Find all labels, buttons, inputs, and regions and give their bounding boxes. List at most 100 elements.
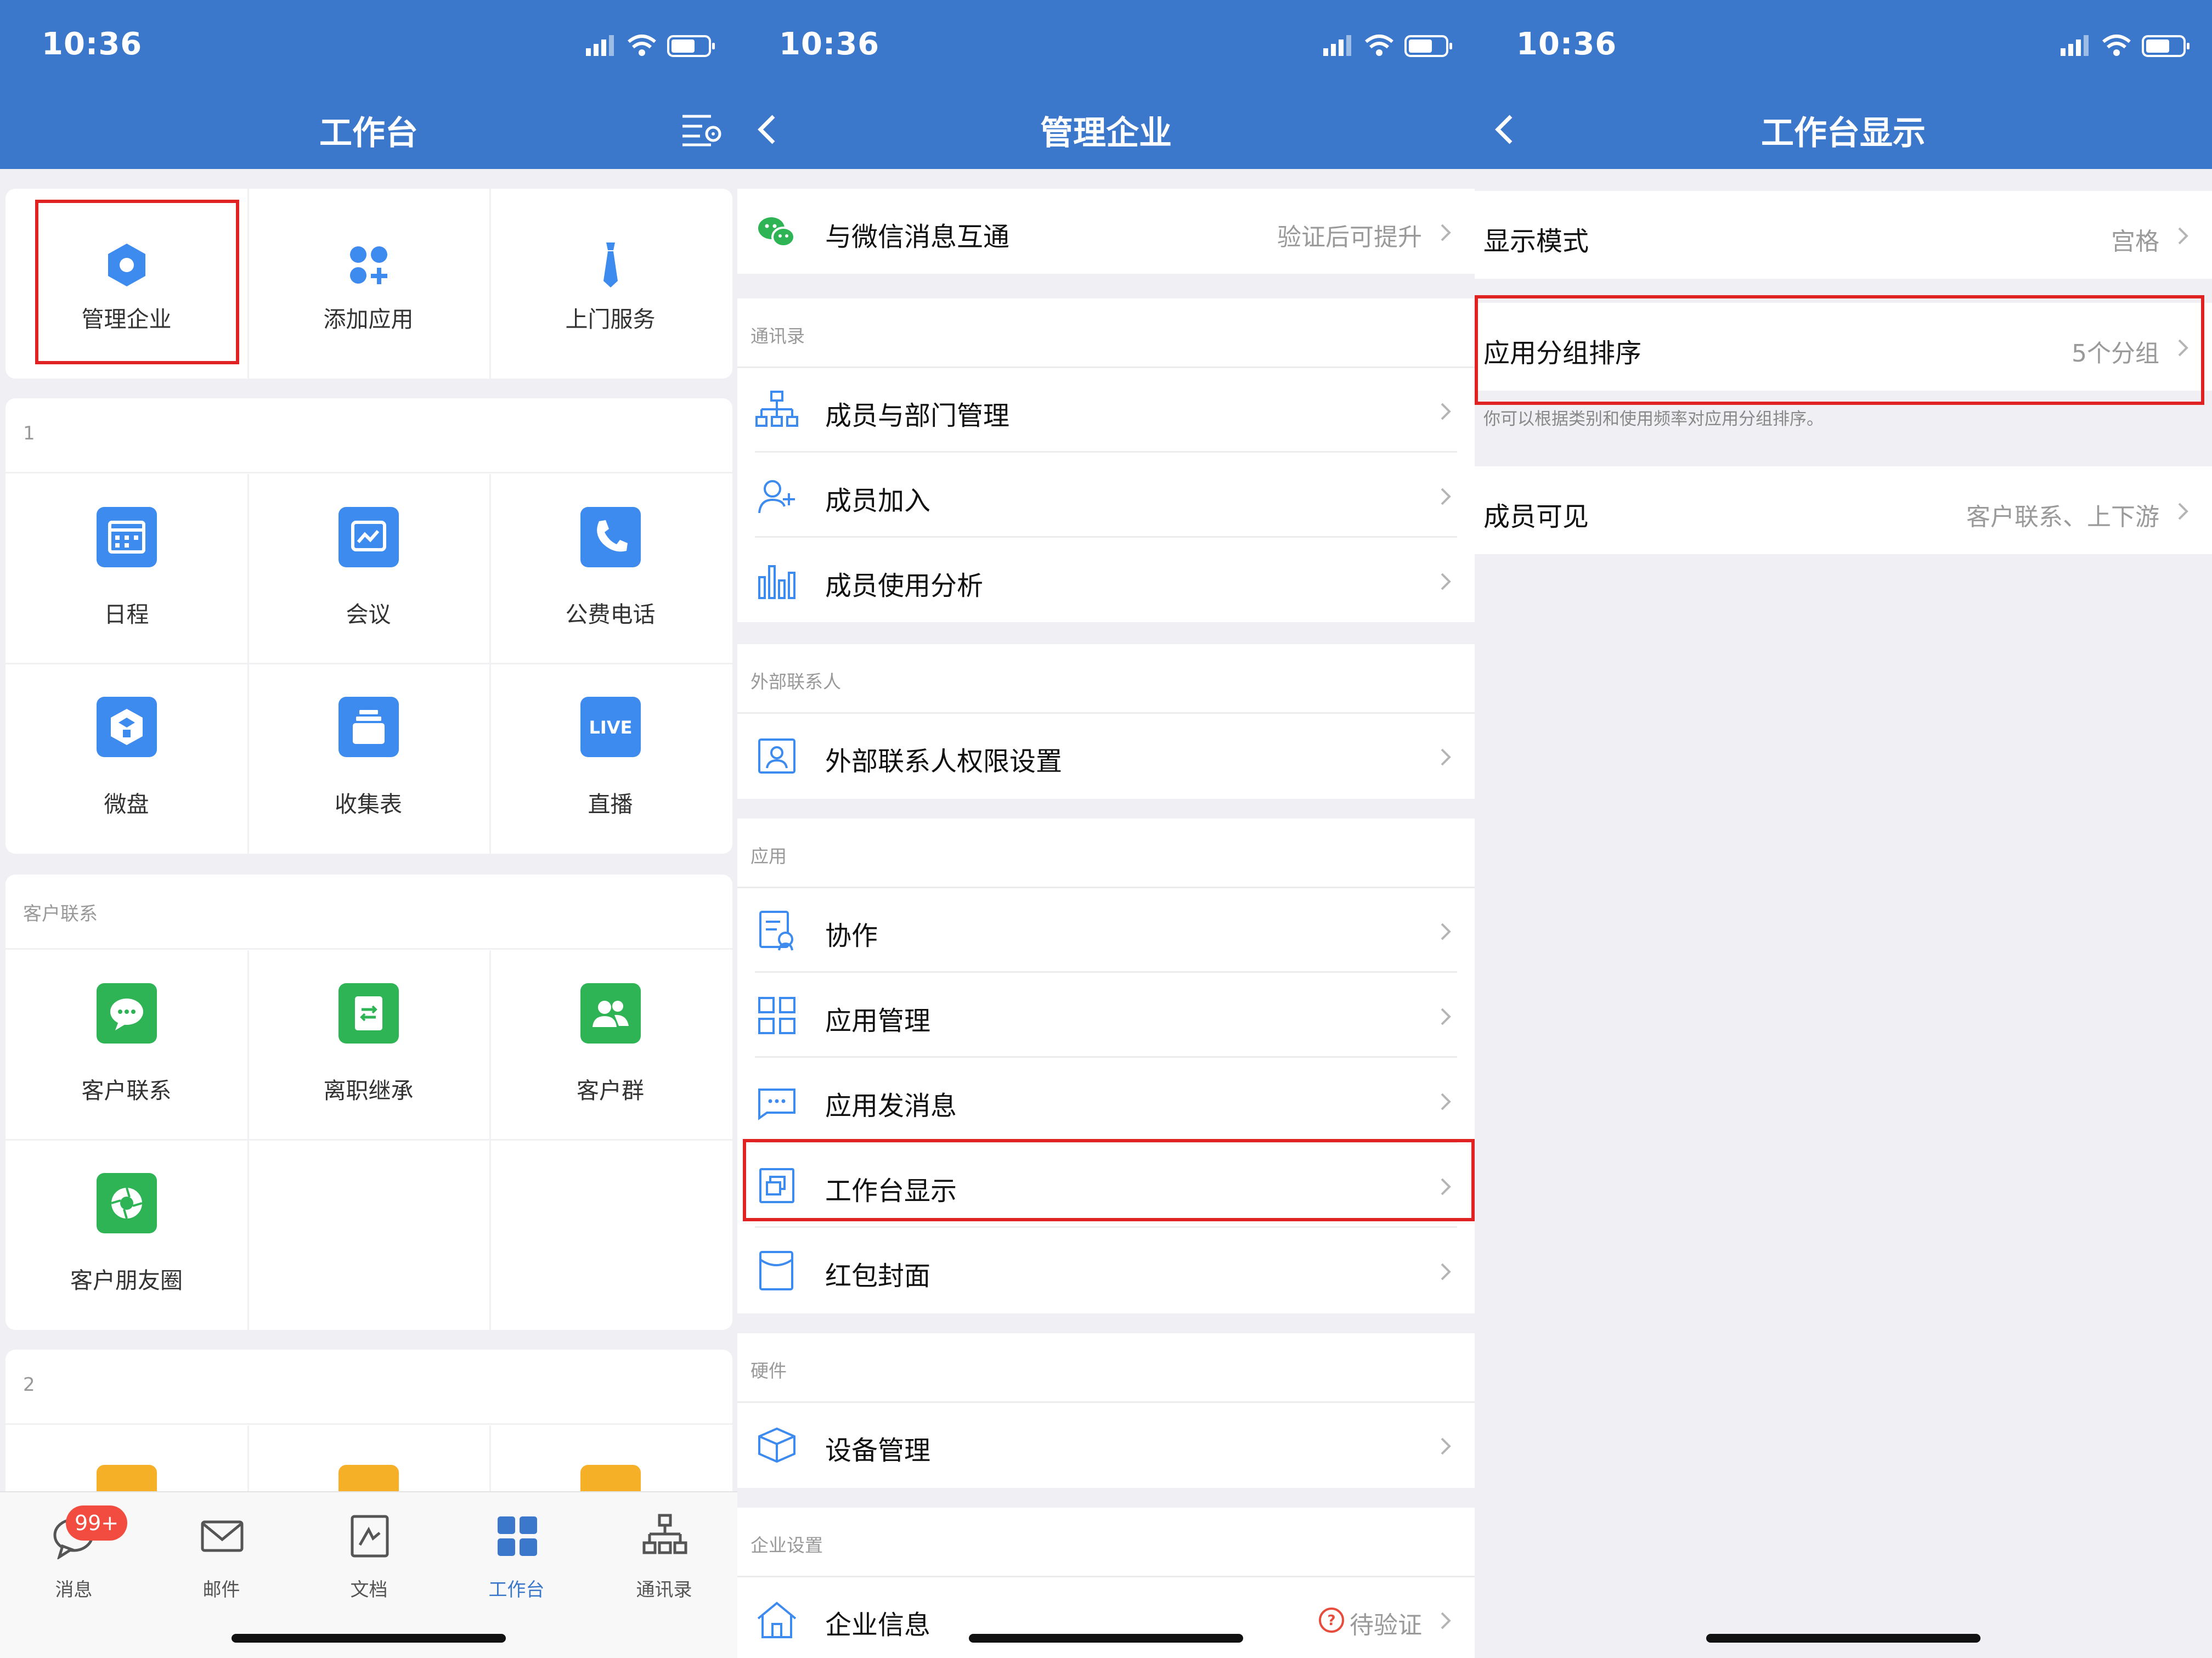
row-display-mode[interactable]: 显示模式 宫格	[1475, 191, 2212, 279]
row-label: 外部联系人权限设置	[825, 746, 1063, 777]
row-label: 应用管理	[825, 1006, 931, 1036]
row-label: 成员与部门管理	[825, 401, 1010, 431]
row-label: 设备管理	[825, 1435, 931, 1466]
workbench-screen: 10:36 工作台 管理企业 添加应用 上门服务 1 日程 会议 公费电话 微盘…	[0, 0, 737, 1658]
row-member-join[interactable]: 成员加入	[737, 453, 1475, 538]
page-title: 管理企业	[1040, 114, 1172, 153]
app-weipan[interactable]: 微盘	[5, 664, 247, 854]
chevron-right-icon	[1441, 573, 1451, 590]
org-chart-icon	[642, 1514, 687, 1554]
app-customer-contact[interactable]: 客户联系	[5, 950, 247, 1140]
section-title: 应用	[751, 845, 787, 867]
row-member-visibility[interactable]: 成员可见 客户联系、上下游	[1475, 466, 2212, 554]
tab-workbench[interactable]: 工作台	[443, 1513, 590, 1612]
divider	[247, 950, 249, 1330]
tab-label: 邮件	[202, 1579, 240, 1601]
row-app-send-message[interactable]: 应用发消息	[737, 1058, 1475, 1143]
divider	[5, 472, 732, 473]
divider	[247, 474, 249, 854]
row-device-management[interactable]: 设备管理	[737, 1402, 1475, 1487]
app-label: 公费电话	[565, 601, 656, 628]
tab-docs[interactable]: 文档	[295, 1513, 443, 1612]
app-label: 直播	[588, 791, 633, 817]
row-label: 显示模式	[1483, 226, 1589, 257]
chevron-right-icon	[1441, 1008, 1451, 1025]
row-app-management[interactable]: 应用管理	[737, 973, 1475, 1058]
status-icons	[586, 35, 715, 57]
chevron-right-icon	[1441, 923, 1451, 940]
svg-text:?: ?	[1327, 1612, 1335, 1629]
grid-icon	[498, 1516, 537, 1556]
row-label: 红包封面	[825, 1261, 931, 1292]
app-label: 客户群	[577, 1078, 644, 1104]
mail-icon	[201, 1520, 244, 1552]
app-onsite-service[interactable]: 上门服务	[489, 189, 731, 379]
app-label: 上门服务	[565, 306, 656, 332]
header-bar: 10:36 管理企业	[737, 0, 1475, 169]
home-indicator	[232, 1634, 506, 1643]
row-label: 应用发消息	[825, 1091, 957, 1121]
meeting-icon	[338, 507, 399, 567]
manage-enterprise-screen: 10:36 管理企业 与微信消息互通 验证后可提升 通讯录 成员与部门管理 成员…	[737, 0, 1475, 1658]
cube-icon	[758, 1427, 795, 1463]
form-icon	[338, 697, 399, 757]
workbench-display-screen: 10:36 工作台显示 显示模式 宫格 应用分组排序 5个分组 你可以根据类别和…	[1475, 0, 2212, 1658]
workbench-settings-icon[interactable]	[680, 109, 724, 150]
org-chart-icon	[755, 391, 798, 427]
row-red-packet-cover[interactable]: 红包封面	[737, 1228, 1475, 1313]
app-customer-group[interactable]: 客户群	[489, 950, 731, 1140]
app-public-phone[interactable]: 公费电话	[489, 474, 731, 664]
tab-mail[interactable]: 邮件	[148, 1513, 295, 1612]
row-external-permission[interactable]: 外部联系人权限设置	[737, 713, 1475, 798]
status-time: 10:36	[1516, 26, 1617, 62]
wechat-section: 与微信消息互通 验证后可提升	[737, 189, 1475, 274]
add-person-icon	[758, 480, 795, 514]
row-label: 与微信消息互通	[825, 222, 1010, 252]
app-meeting[interactable]: 会议	[247, 474, 489, 664]
app-label: 会议	[346, 601, 391, 628]
row-value: 宫格	[2111, 228, 2159, 256]
row-value: 客户联系、上下游	[1966, 503, 2159, 531]
people-icon	[580, 983, 641, 1044]
app-collection-form[interactable]: 收集表	[247, 664, 489, 854]
group-title: 2	[23, 1374, 35, 1396]
divider	[247, 189, 249, 379]
app-schedule[interactable]: 日程	[5, 474, 247, 664]
header-bar: 10:36 工作台显示	[1475, 0, 2212, 169]
chat-bubble-icon	[97, 983, 157, 1044]
row-enterprise-info[interactable]: 企业信息 ? 待验证	[737, 1577, 1475, 1658]
app-live[interactable]: LIVE 直播	[489, 664, 731, 854]
app-group-customer: 客户联系 客户联系 离职继承 客户群 客户朋友圈	[5, 875, 732, 1330]
app-add-application[interactable]: 添加应用	[247, 189, 489, 379]
contact-card-icon	[758, 738, 795, 774]
bottom-tab-bar: 99+ 消息 邮件 文档 工作台 通讯录	[0, 1491, 737, 1658]
group-title: 1	[23, 422, 35, 444]
status-icons	[2061, 35, 2190, 57]
row-label: 成员使用分析	[825, 571, 984, 601]
page-title: 工作台	[319, 114, 418, 153]
app-label: 收集表	[335, 791, 402, 817]
row-member-dept-management[interactable]: 成员与部门管理	[737, 368, 1475, 453]
wechat-icon	[758, 217, 795, 247]
tab-messages[interactable]: 99+ 消息	[0, 1505, 148, 1612]
tab-label: 消息	[55, 1579, 93, 1601]
app-customer-moments[interactable]: 客户朋友圈	[5, 1140, 247, 1330]
tie-icon	[603, 243, 618, 287]
divider	[5, 1423, 732, 1425]
house-icon	[757, 1601, 797, 1638]
row-member-usage-analysis[interactable]: 成员使用分析	[737, 538, 1475, 623]
tab-contacts[interactable]: 通讯录	[590, 1513, 737, 1612]
tab-label: 工作台	[488, 1579, 545, 1601]
row-collaboration[interactable]: 协作	[737, 888, 1475, 973]
live-icon-text: LIVE	[589, 717, 633, 738]
app-resignation-inherit[interactable]: 离职继承	[247, 950, 489, 1140]
header-bar: 10:36 工作台	[0, 0, 737, 169]
question-circle-icon: ?	[1319, 1608, 1344, 1633]
status-icons	[1323, 35, 1452, 57]
app-grid-icon	[758, 997, 795, 1034]
app-label: 添加应用	[323, 306, 414, 332]
page-title: 工作台显示	[1761, 114, 1926, 153]
row-wechat-interop[interactable]: 与微信消息互通 验证后可提升	[737, 189, 1475, 274]
chevron-right-icon	[2178, 503, 2188, 520]
row-label: 协作	[825, 921, 878, 951]
